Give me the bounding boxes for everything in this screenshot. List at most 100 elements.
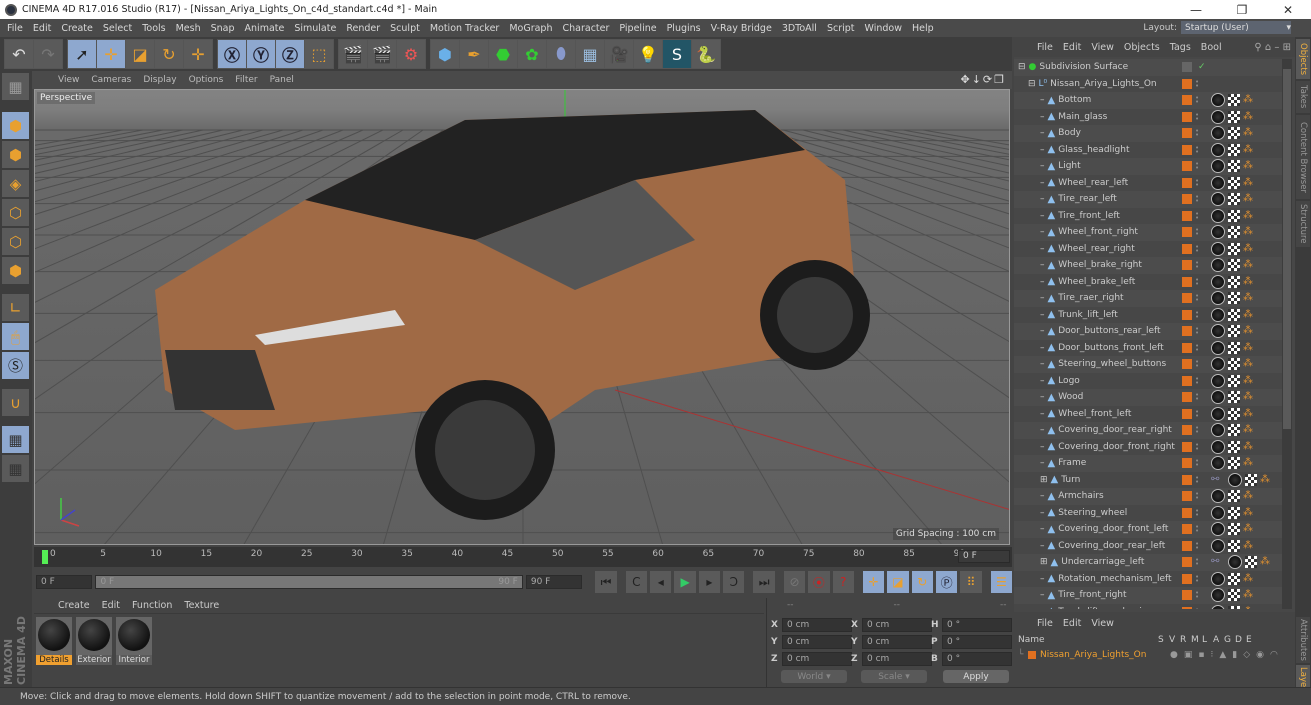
uvw-tag-icon[interactable]: [1228, 160, 1240, 173]
uvw-tag-icon[interactable]: [1228, 358, 1240, 371]
visibility-dots[interactable]: ••: [1195, 573, 1199, 584]
material-tag-icon[interactable]: [1211, 307, 1225, 322]
layer-color[interactable]: [1182, 590, 1192, 601]
material-swatch[interactable]: Exterior: [76, 617, 112, 665]
menu-help[interactable]: Help: [907, 23, 939, 34]
material-menu-function[interactable]: Function: [126, 600, 178, 611]
tree-item[interactable]: – ▲ Wheel_rear_left • • ⁂: [1014, 175, 1282, 192]
phong-tag-icon[interactable]: ⁂: [1260, 474, 1272, 486]
visibility-dots[interactable]: ••: [1195, 491, 1199, 502]
coordinate-mode-select[interactable]: World ▾: [781, 670, 847, 683]
menu-v-ray-bridge[interactable]: V-Ray Bridge: [706, 23, 777, 34]
visibility-dots[interactable]: ••: [1195, 359, 1199, 370]
layer-color[interactable]: [1182, 326, 1192, 337]
uvw-tag-icon[interactable]: [1228, 506, 1240, 519]
last-tool-icon[interactable]: ✛: [184, 40, 212, 68]
menu-3dtoall[interactable]: 3DToAll: [777, 23, 822, 34]
material-tag-icon[interactable]: [1211, 489, 1225, 504]
menu-edit[interactable]: Edit: [28, 23, 56, 34]
material-tag-icon[interactable]: [1211, 373, 1225, 388]
phong-tag-icon[interactable]: ⁂: [1243, 243, 1255, 255]
tree-item[interactable]: – ▲ Armchairs • • ⁂: [1014, 488, 1282, 505]
car-model[interactable]: [155, 110, 870, 520]
material-menu-edit[interactable]: Edit: [96, 600, 126, 611]
coordinate-field[interactable]: 0 °: [942, 618, 1012, 632]
tree-item[interactable]: – ▲ Main_glass • • ⁂: [1014, 109, 1282, 126]
uvw-tag-icon[interactable]: [1228, 589, 1240, 602]
coordinate-field[interactable]: 0 cm: [782, 618, 852, 632]
object-menu-bool[interactable]: Bool: [1196, 42, 1227, 53]
uvw-tag-icon[interactable]: [1228, 308, 1240, 321]
apply-button[interactable]: Apply: [943, 670, 1009, 683]
material-tag-icon[interactable]: [1228, 472, 1242, 487]
layer-color[interactable]: [1182, 293, 1192, 304]
phong-tag-icon[interactable]: ⁂: [1243, 589, 1255, 601]
tree-item[interactable]: – ▲ Logo • • ⁂: [1014, 373, 1282, 390]
material-tag-icon[interactable]: [1211, 142, 1225, 157]
previous-key-icon[interactable]: C: [625, 571, 648, 593]
tree-item[interactable]: – ▲ Wood • • ⁂: [1014, 389, 1282, 406]
phong-tag-icon[interactable]: ⁂: [1243, 342, 1255, 354]
menu-tools[interactable]: Tools: [137, 23, 170, 34]
phong-tag-icon[interactable]: ⁂: [1243, 193, 1255, 205]
layer-column-s[interactable]: S: [1158, 635, 1169, 647]
menu-mograph[interactable]: MoGraph: [504, 23, 557, 34]
layer-column-m[interactable]: M: [1191, 635, 1202, 647]
layer-column-g[interactable]: G: [1224, 635, 1235, 647]
visibility-dots[interactable]: ••: [1195, 375, 1199, 386]
layer-color[interactable]: [1182, 425, 1192, 436]
render-settings-icon[interactable]: ⚙: [397, 40, 425, 68]
tab-objects[interactable]: Objects: [1296, 39, 1310, 79]
visibility-dots[interactable]: ••: [1195, 293, 1199, 304]
menu-snap[interactable]: Snap: [206, 23, 240, 34]
tree-item[interactable]: – ▲ Tire_rear_left • • ⁂: [1014, 191, 1282, 208]
material-tag-icon[interactable]: [1211, 291, 1225, 306]
visibility-dots[interactable]: ••: [1195, 524, 1199, 535]
model-mode-icon[interactable]: ⬢: [2, 112, 29, 139]
material-tag-icon[interactable]: [1211, 456, 1225, 471]
phong-tag-icon[interactable]: ⁂: [1243, 573, 1255, 585]
material-tag-icon[interactable]: [1211, 522, 1225, 537]
tree-item[interactable]: – ▲ Covering_door_front_right • • ⁂: [1014, 439, 1282, 456]
coordinate-system-icon[interactable]: ⬚: [305, 40, 333, 68]
phong-tag-icon[interactable]: ⁂: [1243, 358, 1255, 370]
tab-structure[interactable]: Structure: [1296, 201, 1310, 247]
layer-color[interactable]: [1182, 491, 1192, 502]
phong-tag-icon[interactable]: ⁂: [1243, 259, 1255, 271]
material-menu-create[interactable]: Create: [52, 600, 96, 611]
phong-tag-icon[interactable]: ⁂: [1243, 111, 1255, 123]
visibility-dots[interactable]: ••: [1195, 342, 1199, 353]
maximize-button[interactable]: ❐: [1219, 3, 1265, 17]
uvw-tag-icon[interactable]: [1228, 242, 1240, 255]
uvw-tag-icon[interactable]: [1228, 407, 1240, 420]
phong-tag-icon[interactable]: ⁂: [1260, 556, 1272, 568]
material-tag-icon[interactable]: [1211, 406, 1225, 421]
auto-keying-icon[interactable]: ⦿: [808, 571, 830, 593]
points-mode-icon[interactable]: ⬡: [2, 199, 29, 226]
phong-tag-icon[interactable]: ⁂: [1243, 160, 1255, 172]
expand-toggle-icon[interactable]: ⊞: [1040, 475, 1048, 485]
polygons-mode-icon[interactable]: ⬢: [2, 257, 29, 284]
visibility-dots[interactable]: ••: [1195, 557, 1199, 568]
current-frame-field[interactable]: 0 F: [958, 550, 1010, 563]
key-parameter-icon[interactable]: Ⓟ: [935, 571, 958, 593]
visibility-dots[interactable]: ••: [1195, 441, 1199, 452]
new-window-icon[interactable]: ⊞: [1283, 42, 1291, 53]
uvw-tag-icon[interactable]: [1228, 341, 1240, 354]
tree-item[interactable]: – ▲ Wheel_brake_right • • ⁂: [1014, 257, 1282, 274]
material-tag-icon[interactable]: [1211, 274, 1225, 289]
phong-tag-icon[interactable]: ⁂: [1243, 606, 1255, 609]
visibility-dots[interactable]: ••: [1195, 144, 1199, 155]
viewport-camera-label[interactable]: Perspective: [37, 92, 96, 104]
visibility-dots[interactable]: ••: [1195, 474, 1199, 485]
collapse-toggle-icon[interactable]: ⊟: [1018, 62, 1026, 72]
scrollbar-thumb[interactable]: [1283, 69, 1291, 429]
tree-item[interactable]: – ▲ Tire_front_left • • ⁂: [1014, 208, 1282, 225]
tree-item[interactable]: –▲Trunk_lift_mechanism •• ⁂: [1014, 604, 1282, 609]
layer-color[interactable]: [1182, 161, 1192, 172]
uvw-tag-icon[interactable]: [1228, 209, 1240, 222]
frame-range-slider[interactable]: 0 F 90 F: [95, 575, 523, 589]
key-point-level-icon[interactable]: ⠿: [960, 571, 982, 593]
layer-flags[interactable]: ●▣▪⁝▲▮◇◉◠: [1170, 650, 1284, 660]
layer-color[interactable]: [1182, 458, 1192, 469]
